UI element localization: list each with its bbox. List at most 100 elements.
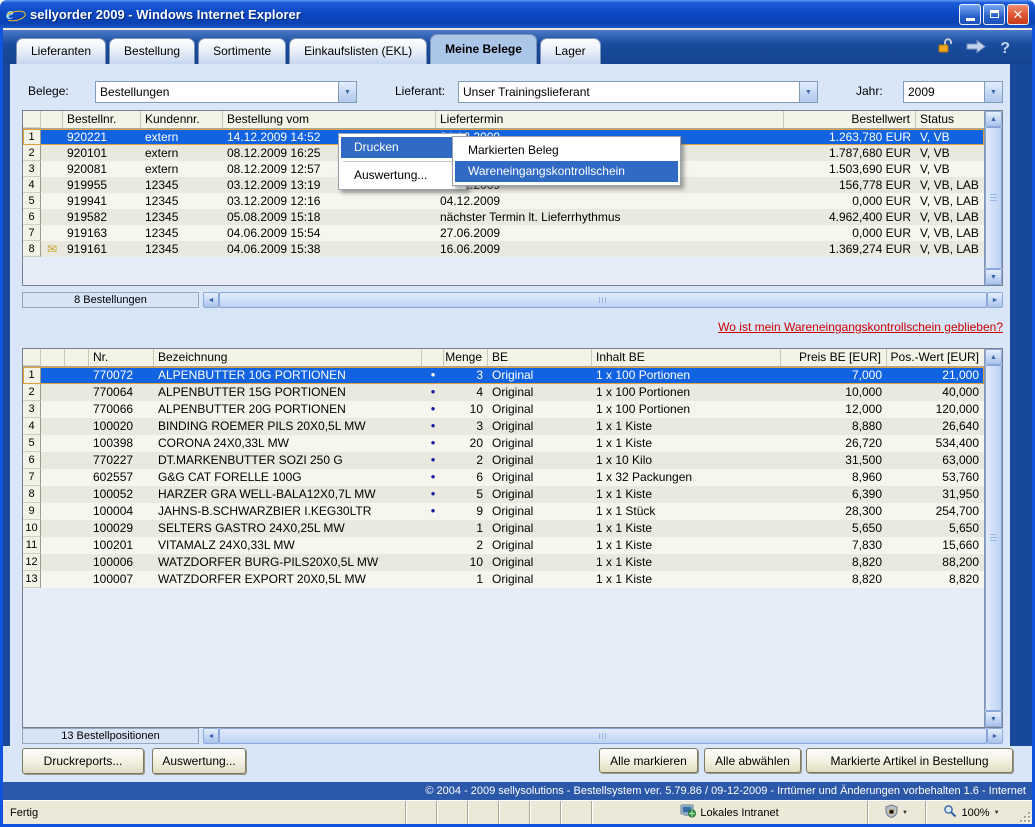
scroll-up-button[interactable]: ▲ bbox=[985, 349, 1002, 365]
jahr-dropdown-button[interactable]: ▼ bbox=[984, 82, 1002, 102]
column-header-bestellung-vom[interactable]: Bestellung vom bbox=[223, 111, 436, 128]
column-header-kundennr[interactable]: Kundennr. bbox=[141, 111, 223, 128]
scrollbar-track[interactable] bbox=[985, 365, 1002, 711]
order-row[interactable]: 6 919582 12345 05.08.2009 15:18 nächster… bbox=[23, 209, 984, 225]
cell-artikel-nr: 770072 bbox=[89, 367, 154, 384]
cell-be: Original bbox=[488, 401, 592, 418]
menu-item-drucken[interactable]: Drucken ▶ bbox=[341, 137, 464, 158]
position-row[interactable]: 12 100006 WATZDORFER BURG-PILS20X0,5L MW… bbox=[23, 554, 984, 571]
column-header-status[interactable]: Status bbox=[916, 111, 984, 128]
position-row[interactable]: 10 100029 SELTERS GASTRO 24X0,25L MW 1 O… bbox=[23, 520, 984, 537]
belege-dropdown-button[interactable]: ▼ bbox=[338, 82, 356, 102]
positions-vertical-scrollbar[interactable]: ▲ ▼ bbox=[984, 349, 1002, 727]
tab[interactable]: Lager bbox=[540, 38, 601, 64]
wareneingangskontrollschein-help-link[interactable]: Wo ist mein Wareneingangskontrollschein … bbox=[718, 320, 1003, 334]
maximize-button[interactable] bbox=[983, 4, 1005, 25]
column-header-inhalt-be[interactable]: Inhalt BE bbox=[592, 349, 781, 366]
cell-menge: 1 bbox=[444, 571, 488, 588]
scroll-right-button[interactable]: ► bbox=[987, 728, 1003, 744]
position-row[interactable]: 7 602557 G&G CAT FORELLE 100G • 6 Origin… bbox=[23, 469, 984, 486]
cell-blank bbox=[65, 367, 89, 384]
scrollbar-track[interactable] bbox=[219, 728, 987, 744]
lock-open-icon[interactable] bbox=[938, 38, 952, 59]
lieferant-dropdown-button[interactable]: ▼ bbox=[799, 82, 817, 102]
tab[interactable]: Lieferanten bbox=[16, 38, 106, 64]
druckreports-button[interactable]: Druckreports... bbox=[22, 748, 144, 774]
column-header-pos-wert[interactable]: Pos.-Wert [EUR] bbox=[887, 349, 984, 366]
scrollbar-thumb[interactable] bbox=[985, 365, 1002, 711]
alle-abwaehlen-button[interactable]: Alle abwählen bbox=[704, 748, 801, 773]
zoom-control[interactable]: 100% ▼ bbox=[925, 801, 1017, 824]
scroll-up-button[interactable]: ▲ bbox=[985, 111, 1002, 127]
position-row[interactable]: 6 770227 DT.MARKENBUTTER SOZI 250 G • 2 … bbox=[23, 452, 984, 469]
cell-status: V, VB, LAB bbox=[916, 241, 984, 257]
belege-select[interactable]: Bestellungen ▼ bbox=[95, 81, 357, 103]
position-row[interactable]: 9 100004 JAHNS-B.SCHWARZBIER I.KEG30LTR … bbox=[23, 503, 984, 520]
bullet-icon: • bbox=[422, 452, 444, 469]
scrollbar-track[interactable] bbox=[219, 292, 987, 308]
row-number: 6 bbox=[23, 209, 41, 225]
scroll-left-icon: ◄ bbox=[208, 733, 215, 740]
menu-item-auswertung[interactable]: Auswertung... bbox=[341, 165, 464, 186]
cell-preis-be: 5,650 bbox=[781, 520, 887, 537]
position-row[interactable]: 8 100052 HARZER GRA WELL-BALA12X0,7L MW … bbox=[23, 486, 984, 503]
forward-arrow-icon[interactable] bbox=[965, 39, 987, 59]
tab[interactable]: Meine Belege bbox=[430, 34, 537, 64]
help-icon[interactable]: ? bbox=[1000, 40, 1010, 58]
orders-vertical-scrollbar[interactable]: ▲ ▼ bbox=[984, 111, 1002, 285]
scroll-down-button[interactable]: ▼ bbox=[985, 711, 1002, 727]
order-row[interactable]: 8 ✉ 919161 12345 04.06.2009 15:38 16.06.… bbox=[23, 241, 984, 257]
title-bar[interactable]: e sellyorder 2009 - Windows Internet Exp… bbox=[0, 0, 1035, 28]
tab[interactable]: Bestellung bbox=[109, 38, 195, 64]
protection-pane[interactable]: ▼ bbox=[867, 801, 925, 824]
menu-item-wareneingangskontrollschein[interactable]: Wareneingangskontrollschein bbox=[455, 161, 678, 182]
scroll-right-button[interactable]: ► bbox=[987, 292, 1003, 308]
scroll-down-button[interactable]: ▼ bbox=[985, 269, 1002, 285]
tab[interactable]: Sortimente bbox=[198, 38, 286, 64]
column-header-nr[interactable]: Nr. bbox=[89, 349, 154, 366]
auswertung-button[interactable]: Auswertung... bbox=[152, 748, 246, 774]
minimize-button[interactable] bbox=[959, 4, 981, 25]
cell-pos-wert: 120,000 bbox=[887, 401, 984, 418]
bullet-icon: • bbox=[422, 469, 444, 486]
order-row[interactable]: 5 919941 12345 03.12.2009 12:16 04.12.20… bbox=[23, 193, 984, 209]
scrollbar-track[interactable] bbox=[985, 127, 1002, 269]
cell-be: Original bbox=[488, 452, 592, 469]
scroll-left-button[interactable]: ◄ bbox=[203, 728, 219, 744]
tab[interactable]: Einkaufslisten (EKL) bbox=[289, 38, 427, 64]
cell-pos-wert: 254,700 bbox=[887, 503, 984, 520]
column-header-liefertermin[interactable]: Liefertermin bbox=[436, 111, 784, 128]
scrollbar-thumb[interactable] bbox=[219, 292, 987, 308]
column-header-be[interactable]: BE bbox=[488, 349, 592, 366]
jahr-select[interactable]: 2009 ▼ bbox=[903, 81, 1003, 103]
lieferant-select[interactable]: Unser Trainingslieferant ▼ bbox=[458, 81, 818, 103]
position-row[interactable]: 5 100398 CORONA 24X0,33L MW • 20 Origina… bbox=[23, 435, 984, 452]
alle-markieren-button[interactable]: Alle markieren bbox=[599, 748, 698, 773]
cell-pos-wert: 15,660 bbox=[887, 537, 984, 554]
bullet-icon: • bbox=[422, 418, 444, 435]
cell-inhalt-be: 1 x 1 Stück bbox=[592, 503, 781, 520]
menu-item-markierten-beleg[interactable]: Markierten Beleg bbox=[455, 140, 678, 161]
position-row[interactable]: 4 100020 BINDING ROEMER PILS 20X0,5L MW … bbox=[23, 418, 984, 435]
cell-inhalt-be: 1 x 32 Packungen bbox=[592, 469, 781, 486]
cell-pos-wert: 63,000 bbox=[887, 452, 984, 469]
close-button[interactable]: ✕ bbox=[1007, 4, 1029, 25]
column-header-preis-be[interactable]: Preis BE [EUR] bbox=[781, 349, 887, 366]
scroll-left-button[interactable]: ◄ bbox=[203, 292, 219, 308]
cell-blank bbox=[41, 401, 65, 418]
column-header-bezeichnung[interactable]: Bezeichnung bbox=[154, 349, 422, 366]
column-header-menge[interactable]: Menge bbox=[444, 349, 488, 366]
position-row[interactable]: 3 770066 ALPENBUTTER 20G PORTIONEN • 10 … bbox=[23, 401, 984, 418]
position-row[interactable]: 13 100007 WATZDORFER EXPORT 20X0,5L MW 1… bbox=[23, 571, 984, 588]
order-row[interactable]: 7 919163 12345 04.06.2009 15:54 27.06.20… bbox=[23, 225, 984, 241]
scrollbar-thumb[interactable] bbox=[219, 728, 987, 744]
resize-grip[interactable] bbox=[1017, 801, 1032, 824]
markierte-artikel-button[interactable]: Markierte Artikel in Bestellung bbox=[806, 748, 1013, 773]
position-row[interactable]: 2 770064 ALPENBUTTER 15G PORTIONEN • 4 O… bbox=[23, 384, 984, 401]
scrollbar-thumb[interactable] bbox=[985, 127, 1002, 269]
column-header-bestellwert[interactable]: Bestellwert bbox=[784, 111, 916, 128]
position-row[interactable]: 1 770072 ALPENBUTTER 10G PORTIONEN • 3 O… bbox=[23, 367, 984, 384]
position-row[interactable]: 11 100201 VITAMALZ 24X0,33L MW 2 Origina… bbox=[23, 537, 984, 554]
cell-artikel-nr: 770227 bbox=[89, 452, 154, 469]
column-header-bestellnr[interactable]: Bestellnr. bbox=[63, 111, 141, 128]
